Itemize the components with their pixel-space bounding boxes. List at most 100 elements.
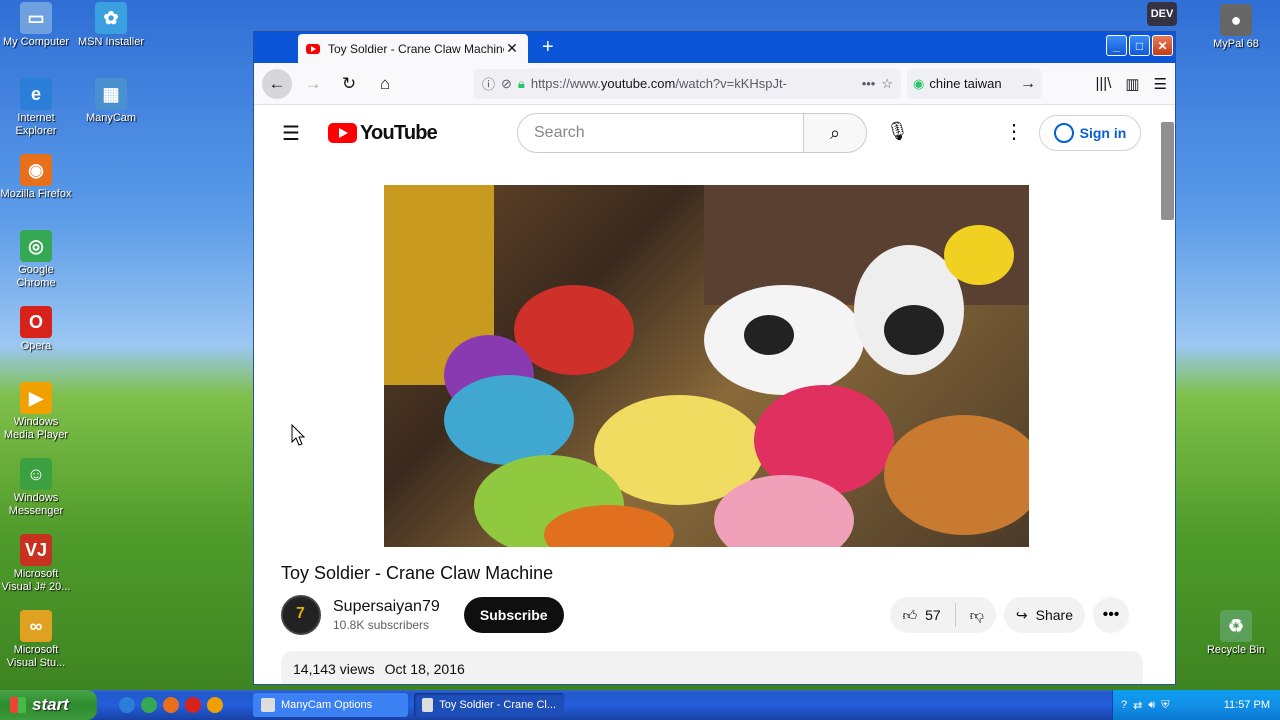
search-engine-icon: ◉ (913, 75, 925, 91)
microsoft-visual-stu-icon: ∞ (20, 610, 52, 642)
task-label: ManyCam Options (281, 699, 373, 711)
desktop-icon-internet-explorer[interactable]: e Internet Explorer (0, 78, 74, 138)
desktop-icon-windows-media-player[interactable]: ▶ Windows Media Player (0, 382, 74, 442)
help-icon[interactable]: ? (1121, 699, 1127, 711)
desktop-icon-my-computer[interactable]: ▭ My Computer (0, 2, 74, 49)
dislike-icon[interactable]: 👎︎ (970, 607, 984, 624)
mouse-cursor-icon (291, 424, 305, 446)
account-icon (1053, 123, 1074, 143)
network-icon[interactable]: ⇄ (1133, 699, 1142, 712)
sidebar-icon[interactable]: ▥ (1125, 75, 1139, 93)
search-bar[interactable]: ◉ chine taiwan → (907, 68, 1042, 99)
browser-tab[interactable]: Toy Soldier - Crane Claw Machine ✕ (298, 34, 528, 63)
share-label: Share (1035, 607, 1073, 623)
recycle-bin-icon: ♻ (1220, 610, 1252, 642)
video-frame-decor (444, 375, 574, 465)
tab-close-icon[interactable]: ✕ (504, 40, 520, 57)
start-button[interactable]: start (0, 690, 97, 720)
channel-info: Supersaiyan79 10.8K subscribers (333, 598, 440, 632)
address-bar[interactable]: ⓘ ⊘ 🔒︎ https://www.youtube.com/watch?v=k… (474, 68, 901, 99)
volume-icon[interactable]: 🔊︎ (1148, 699, 1155, 712)
channel-avatar[interactable] (281, 595, 321, 635)
media-player-quicklaunch-icon[interactable] (207, 697, 223, 713)
chrome-quicklaunch-icon[interactable] (141, 697, 157, 713)
forward-button[interactable]: → (298, 69, 328, 99)
desktop-icon-mozilla-firefox[interactable]: ◉ Mozilla Firefox (0, 154, 74, 201)
ie-quicklaunch-icon[interactable] (119, 697, 135, 713)
security-icon[interactable]: ⛨ (1161, 699, 1169, 712)
video-frame-decor (884, 305, 944, 355)
lock-icon[interactable]: 🔒︎ (518, 76, 525, 92)
menu-icon[interactable]: ☰ (1154, 75, 1167, 93)
video-frame-decor (514, 285, 634, 375)
like-count[interactable]: 57 (925, 607, 941, 623)
more-actions-button[interactable]: ••• (1093, 597, 1129, 633)
subscriber-count: 10.8K subscribers (333, 618, 430, 632)
page-scrollbar[interactable] (1157, 105, 1175, 684)
reload-button[interactable]: ↻ (334, 69, 364, 99)
desktop-icon-windows-messenger[interactable]: ☺ Windows Messenger (0, 458, 74, 518)
search-bar-text: chine taiwan (929, 76, 1002, 91)
youtube-logo[interactable]: YouTube (328, 121, 438, 145)
task-buttons: ManyCam Options Toy Soldier - Crane Cl... (247, 693, 564, 717)
recycle-bin-desktop-icon[interactable]: ♻ Recycle Bin (1198, 610, 1274, 657)
share-button[interactable]: ↪ Share (1003, 597, 1085, 633)
desktop-icon-label: Opera (20, 340, 52, 352)
desktop-icon-google-chrome[interactable]: ◎ Google Chrome (0, 230, 74, 290)
desktop-icon-microsoft-visual-j-20[interactable]: VJ Microsoft Visual J# 20... (0, 534, 74, 594)
scrollbar-thumb[interactable] (1161, 122, 1174, 220)
mozilla-firefox-icon: ◉ (20, 154, 52, 186)
youtube-search-input[interactable]: Search (517, 113, 804, 153)
tab-title: Toy Soldier - Crane Claw Machine (328, 41, 504, 56)
system-tray: ? ⇄ 🔊︎ ⛨ 11:57 PM (1112, 690, 1280, 720)
desktop-icon-label: Google Chrome (16, 264, 56, 289)
settings-kebab-icon[interactable]: ⋮ (1004, 119, 1024, 144)
microsoft-visual-j-20-icon: VJ (20, 534, 52, 566)
youtube-logo-text: YouTube (360, 121, 438, 144)
msn-installer-icon: ✿ (95, 2, 127, 34)
back-button[interactable]: ← (262, 68, 292, 99)
subscribe-button[interactable]: Subscribe (463, 597, 564, 633)
taskbar-button-toy-soldier-crane-cl[interactable]: Toy Soldier - Crane Cl... (414, 693, 564, 717)
recycle-bin-label: Recycle Bin (1206, 644, 1266, 656)
page-actions-icon[interactable]: ••• (862, 76, 876, 91)
search-go-icon[interactable]: → (1020, 75, 1036, 93)
new-tab-button[interactable]: + (542, 36, 554, 59)
sign-in-button[interactable]: Sign in (1039, 115, 1141, 151)
youtube-page: ☰ YouTube Search ⌕ 🎙︎ ⋮ Sign in Toy Sold… (254, 105, 1157, 684)
bookmark-star-icon[interactable]: ☆ (881, 76, 893, 92)
like-icon[interactable]: 👍︎ (902, 607, 917, 624)
desktop-icon-manycam[interactable]: ▦ ManyCam (73, 78, 149, 125)
desktop-icon-label: MSN Installer (77, 36, 145, 48)
guide-menu-icon[interactable]: ☰ (282, 121, 306, 146)
home-button[interactable]: ⌂ (370, 69, 400, 99)
video-player[interactable] (384, 185, 1029, 547)
desktop-icon-opera[interactable]: O Opera (0, 306, 74, 353)
toolbar-right: |||\ ▥ ☰ (1096, 75, 1168, 93)
minimize-button[interactable]: _ (1106, 35, 1127, 56)
youtube-search-button[interactable]: ⌕ (803, 113, 867, 153)
microphone-icon[interactable]: 🎙︎ (886, 121, 909, 142)
desktop-icon-msn-installer[interactable]: ✿ MSN Installer (73, 2, 149, 49)
windows-logo-icon (10, 697, 26, 713)
permissions-icon[interactable]: ⊘ (501, 76, 512, 92)
desktop-icon-microsoft-visual-stu[interactable]: ∞ Microsoft Visual Stu... (0, 610, 74, 670)
maximize-button[interactable]: □ (1129, 35, 1150, 56)
channel-name[interactable]: Supersaiyan79 (333, 598, 440, 616)
video-title: Toy Soldier - Crane Claw Machine (281, 563, 554, 583)
mypal-desktop-icon[interactable]: ● MyPal 68 (1198, 4, 1274, 51)
youtube-favicon-icon (306, 43, 320, 54)
browser-window: Toy Soldier - Crane Claw Machine ✕ + _ □… (253, 31, 1176, 685)
site-info-icon[interactable]: ⓘ (482, 74, 495, 93)
mypal-label: MyPal 68 (1213, 38, 1259, 50)
desktop-icon-label: My Computer (2, 36, 70, 48)
close-window-button[interactable]: ✕ (1152, 35, 1173, 56)
desktop-icon-label: Windows Media Player (3, 416, 69, 441)
dev-desktop-icon[interactable]: DEV (1124, 2, 1200, 28)
desktop-icon-label: Windows Messenger (8, 492, 64, 517)
library-icon[interactable]: |||\ (1096, 75, 1112, 93)
description-box[interactable]: 14,143 views Oct 18, 2016 (281, 651, 1143, 684)
taskbar-button-manycam-options[interactable]: ManyCam Options (253, 693, 408, 717)
opera-quicklaunch-icon[interactable] (185, 697, 201, 713)
firefox-quicklaunch-icon[interactable] (163, 697, 179, 713)
